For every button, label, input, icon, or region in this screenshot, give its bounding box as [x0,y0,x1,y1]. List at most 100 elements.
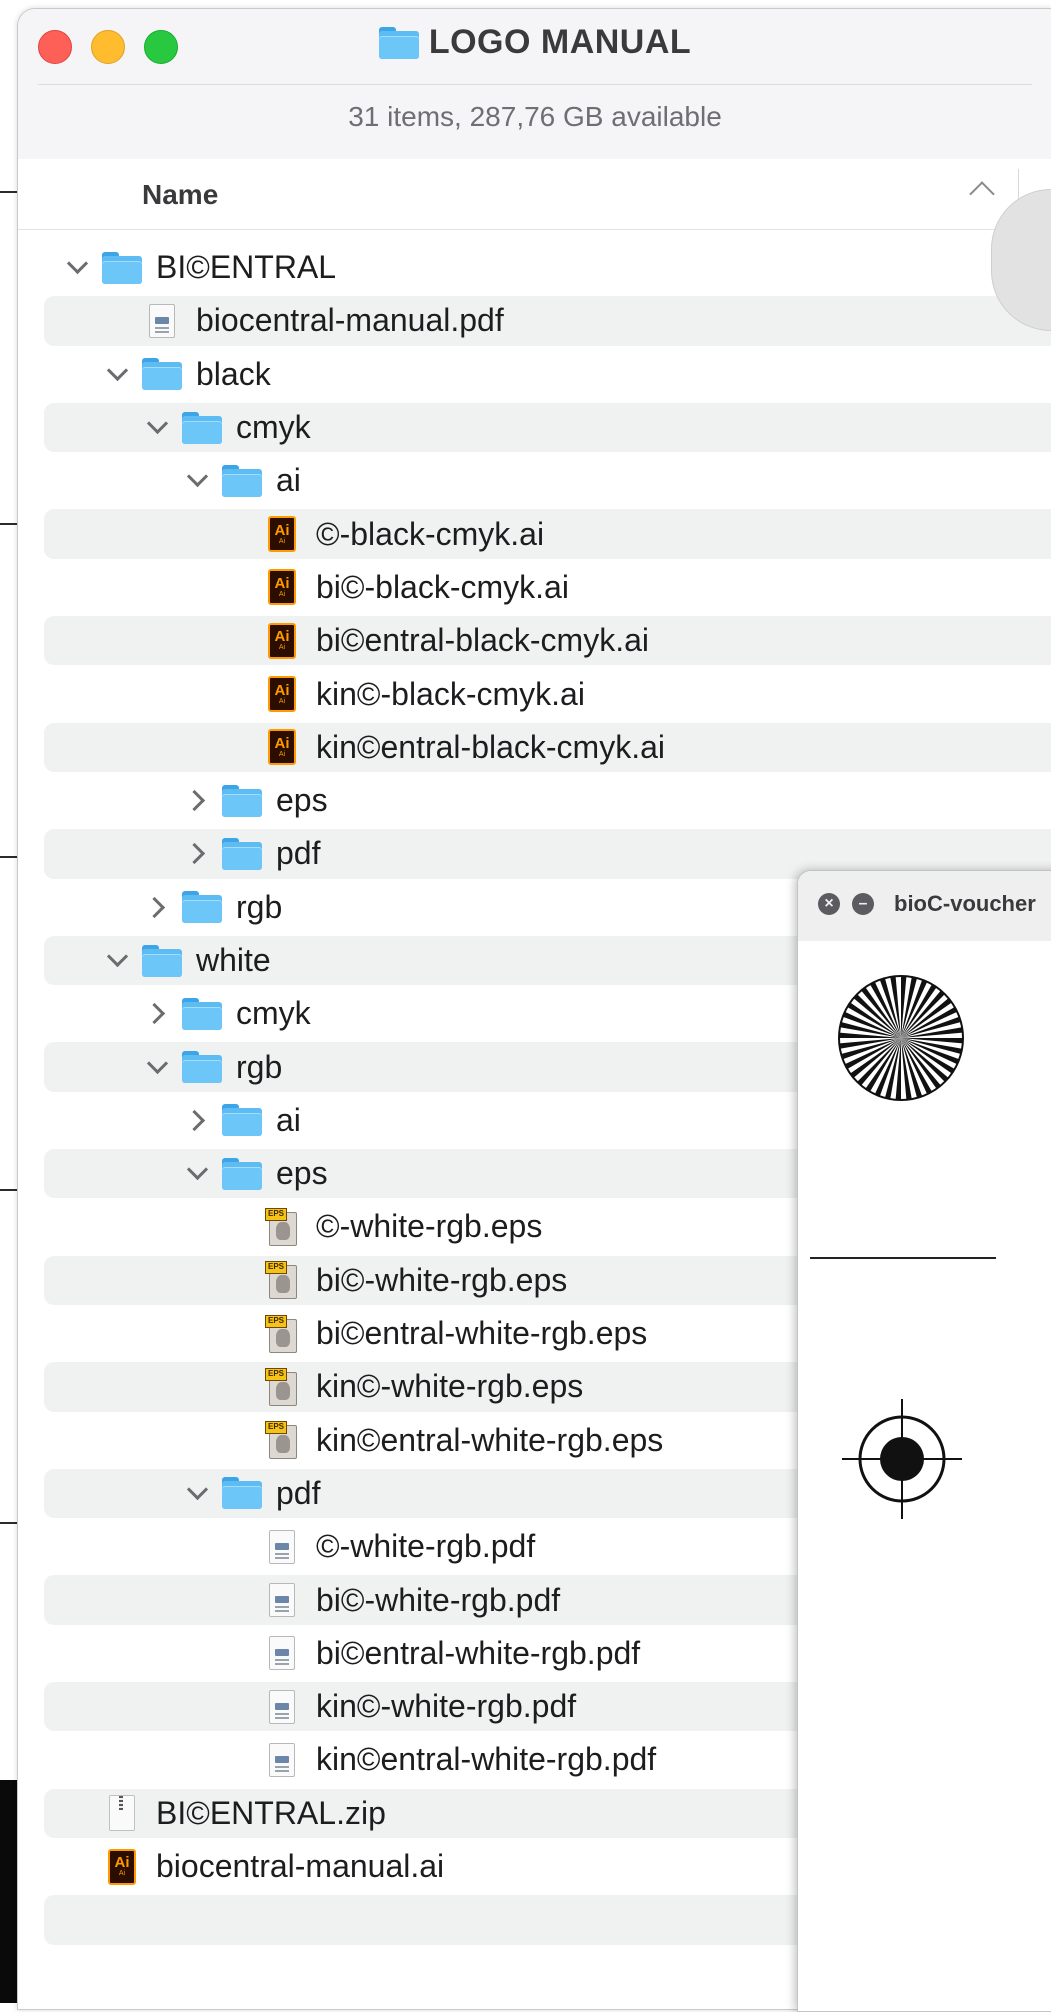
illustrator-file-icon: Ai Ai [260,674,304,714]
item-name: biocentral-manual.pdf [196,302,504,339]
item-name: pdf [276,835,321,872]
chevron-down-icon[interactable] [146,1052,168,1078]
folder-row[interactable]: BI©ENTRAL [18,241,1051,294]
status-bar: 31 items, 287,76 GB available [348,101,722,132]
item-name: white [196,942,271,978]
crosshair-registration-icon [842,1399,962,1519]
illustrator-file-icon: Ai Ai [260,514,304,554]
zip-file-icon [100,1793,144,1833]
pdf-file-icon [260,1527,304,1567]
item-name: ©-white-rgb.eps [316,1208,543,1245]
folder-row[interactable]: cmyk [18,401,1051,454]
item-name: rgb [236,888,283,925]
folder-icon [220,1154,264,1194]
preview-title: bioC-voucher [894,891,1036,916]
folder-icon [220,1100,264,1140]
folder-row[interactable]: black [18,348,1051,401]
folder-icon [220,834,264,874]
illustrator-file-icon: Ai Ai [260,621,304,661]
chevron-down-icon[interactable] [146,412,168,439]
eps-file-icon: EPS [260,1314,304,1354]
chevron-right-icon[interactable] [183,843,208,865]
starburst-registration-icon [838,975,964,1101]
item-name: kin©-white-rgb.pdf [316,1688,577,1725]
folder-icon [220,461,264,501]
item-name: kin©entral-white-rgb.eps [316,1421,664,1458]
preview-content [798,941,1051,2011]
window-title: LOGO MANUAL [428,23,692,61]
item-name: kin©-white-rgb.eps [316,1368,584,1405]
folder-icon [140,941,184,981]
file-row[interactable]: Ai Ai ©-black-cmyk.ai [18,507,1051,560]
column-header[interactable]: Name [18,159,1051,230]
pdf-file-icon [260,1740,304,1780]
folder-icon [220,781,264,821]
folder-icon [140,354,184,394]
file-row[interactable]: Ai Ai bi©-black-cmyk.ai [18,561,1051,614]
chevron-down-icon[interactable] [106,359,128,385]
item-name: BI©ENTRAL [156,249,337,286]
illustrator-file-icon: Ai Ai [100,1847,144,1887]
chevron-right-icon[interactable] [183,790,208,812]
item-name: bi©entral-black-cmyk.ai [316,622,649,659]
item-name: kin©entral-black-cmyk.ai [316,728,665,765]
chevron-down-icon[interactable] [186,1478,208,1504]
item-name: eps [276,782,328,819]
title-separator [38,84,1032,85]
name-column-header[interactable]: Name [142,179,218,211]
chevron-down-icon[interactable] [106,945,128,972]
file-row[interactable]: Ai Ai kin©-black-cmyk.ai [18,667,1051,720]
item-name: cmyk [236,995,311,1032]
folder-row[interactable]: eps [18,774,1051,827]
eps-file-icon: EPS [260,1207,304,1247]
file-row[interactable]: Ai Ai bi©entral-black-cmyk.ai [18,614,1051,667]
eps-file-icon: EPS [260,1420,304,1460]
pdf-file-icon [260,1633,304,1673]
item-name: pdf [276,1474,321,1511]
item-name: eps [276,1155,328,1192]
folder-icon [180,1047,224,1087]
folder-icon [180,887,224,927]
illustrator-file-icon: Ai Ai [260,567,304,607]
title-bar: LOGO MANUAL 31 items, 287,76 GB availabl… [18,9,1051,160]
item-name: ai [276,462,301,499]
illustrator-file-icon: Ai Ai [260,727,304,767]
folder-row[interactable]: ai [18,454,1051,507]
chevron-right-icon[interactable] [143,1003,168,1025]
file-row[interactable]: biocentral-manual.pdf [18,294,1051,347]
item-name: black [196,355,271,392]
eps-file-icon: EPS [260,1367,304,1407]
item-name: bi©entral-white-rgb.eps [316,1315,648,1352]
chevron-right-icon[interactable] [143,896,168,918]
preview-close-icon[interactable]: × [818,893,840,915]
item-name: ©-white-rgb.pdf [316,1528,536,1565]
item-name: bi©-white-rgb.pdf [316,1581,561,1618]
chevron-right-icon[interactable] [183,1109,208,1131]
item-name: bi©-white-rgb.eps [316,1261,568,1298]
folder-icon [180,994,224,1034]
item-name: kin©entral-white-rgb.pdf [316,1741,657,1778]
file-row[interactable]: Ai Ai kin©entral-black-cmyk.ai [18,721,1051,774]
sort-ascending-icon [969,181,995,207]
preview-window: × – bioC-voucher [797,870,1051,2012]
item-name: rgb [236,1048,283,1085]
item-name: bi©-black-cmyk.ai [316,568,569,605]
item-name: BI©ENTRAL.zip [156,1794,386,1831]
pdf-file-icon [140,301,184,341]
chevron-down-icon[interactable] [186,1159,208,1185]
folder-icon [220,1473,264,1513]
item-name: biocentral-manual.ai [156,1848,445,1885]
item-name: ai [276,1101,301,1138]
pdf-file-icon [260,1687,304,1727]
pdf-file-icon [260,1580,304,1620]
folder-icon [378,26,419,59]
preview-minimize-icon[interactable]: – [852,893,874,915]
preview-title-bar: × – bioC-voucher [798,871,1051,942]
eps-file-icon: EPS [260,1260,304,1300]
item-name: kin©-black-cmyk.ai [316,675,585,712]
chevron-down-icon[interactable] [66,253,88,279]
chevron-down-icon[interactable] [186,466,208,492]
crop-mark-line [810,1257,996,1259]
folder-icon [100,248,144,288]
folder-icon [180,408,224,448]
